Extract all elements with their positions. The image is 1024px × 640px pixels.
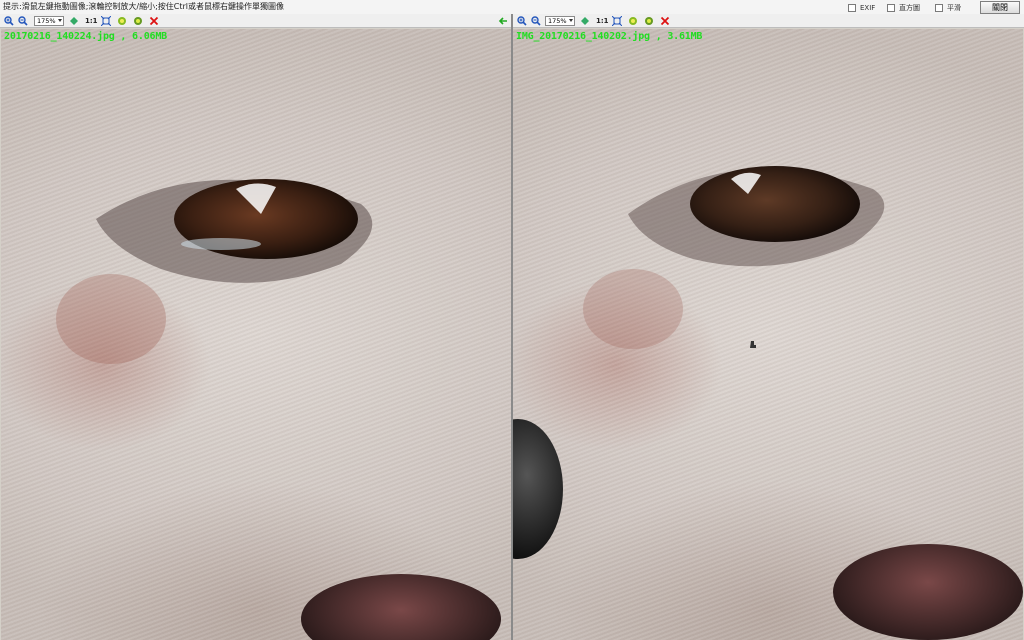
rotate-left-icon[interactable] [628,16,638,26]
right-toolbar: 175% 1:1 [513,14,1024,28]
close-button[interactable]: 關閉 [980,1,1020,14]
delete-icon[interactable] [149,16,159,26]
rotate-left-icon[interactable] [117,16,127,26]
exif-checkbox[interactable]: EXIF [848,3,875,13]
left-actual-size[interactable]: 1:1 [85,16,98,26]
left-dog-eye [56,179,373,364]
right-actual-size[interactable]: 1:1 [596,16,609,26]
histogram-checkbox[interactable]: 直方圖 [887,3,920,13]
zoom-out-icon[interactable] [18,16,28,26]
fullscreen-icon[interactable] [612,16,622,26]
rotate-right-icon[interactable] [644,16,654,26]
rotate-right-icon[interactable] [133,16,143,26]
smooth-label: 平滑 [947,4,961,12]
left-zoom-select[interactable]: 175% [34,16,64,26]
left-image-pane[interactable]: 20170216_140224.jpg , 6.06MB [1,29,511,640]
smooth-checkbox[interactable]: 平滑 [935,3,961,13]
delete-icon[interactable] [660,16,670,26]
fullscreen-icon[interactable] [101,16,111,26]
exif-checkbox-box[interactable] [848,4,856,12]
left-zoom-value: 175% [37,17,56,25]
right-image-pane[interactable]: IMG_20170216_140202.jpg , 3.61MB [513,29,1023,640]
smooth-checkbox-box[interactable] [935,4,943,12]
zoom-in-icon[interactable] [4,16,14,26]
left-toolbar: 175% 1:1 [0,14,511,28]
right-file-label: IMG_20170216_140202.jpg , 3.61MB [516,31,703,42]
histogram-checkbox-box[interactable] [887,4,895,12]
left-file-label: 20170216_140224.jpg , 6.06MB [4,31,167,42]
exif-label: EXIF [860,4,876,12]
sync-arrow-icon[interactable] [498,16,508,26]
zoom-out-icon[interactable] [531,16,541,26]
right-zoom-select[interactable]: 175% [545,16,575,26]
fit-icon[interactable] [580,16,590,26]
zoom-in-icon[interactable] [517,16,527,26]
right-zoom-value: 175% [548,17,567,25]
fit-icon[interactable] [69,16,79,26]
histogram-label: 直方圖 [899,4,920,12]
